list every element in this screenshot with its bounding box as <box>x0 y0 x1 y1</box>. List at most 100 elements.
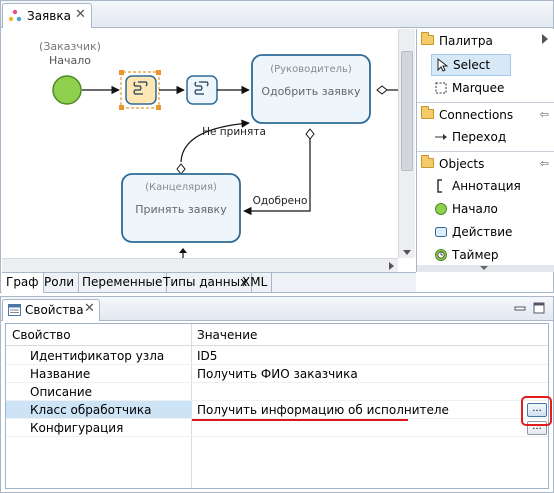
property-value[interactable]: Получить ФИО заказчика <box>197 367 358 381</box>
close-icon[interactable]: ✕ <box>84 301 95 316</box>
properties-view: Свойства ✕ Свойство Значение Идентификат… <box>0 296 554 493</box>
palette-tool-label: Marquee <box>452 81 505 95</box>
tab-graph[interactable]: Граф <box>2 273 44 293</box>
palette: Палитра Select Marquee Connections ⇦ Пер… <box>416 29 554 272</box>
palette-scroll-down[interactable] <box>417 265 554 272</box>
process-diagram: (Заказчик) Начало (Руководитель) Одобрит… <box>39 40 398 258</box>
selection-handle[interactable] <box>156 105 161 110</box>
arrow-head <box>179 248 187 253</box>
accept-label: Принять заявку <box>135 203 227 216</box>
accept-role-label: (Канцелярия) <box>145 182 217 193</box>
folder-icon <box>421 155 434 168</box>
column-header-property[interactable]: Свойство <box>12 328 71 342</box>
properties-icon <box>8 304 21 316</box>
action-icon <box>435 227 447 237</box>
palette-item-annotation[interactable]: Аннотация <box>431 176 546 198</box>
pin-icon[interactable]: ⇦ <box>540 157 549 170</box>
horizontal-scrollbar[interactable] <box>2 258 398 272</box>
highlight-box <box>521 396 552 426</box>
chevron-down-icon <box>480 266 488 270</box>
properties-table: Свойство Значение Идентификатор узла ID5… <box>5 323 552 489</box>
property-key: Название <box>30 367 91 381</box>
property-key: Класс обработчика <box>30 403 152 417</box>
tab-title: Заявка <box>27 9 71 23</box>
vertical-scrollbar[interactable] <box>398 29 415 258</box>
tab-roles[interactable]: Роли <box>40 273 80 293</box>
marquee-icon <box>435 82 447 94</box>
group-label: Objects <box>439 157 485 171</box>
property-key: Идентификатор узла <box>30 349 165 363</box>
table-row[interactable]: Конфигурация <box>6 419 548 437</box>
edge-approved-label: Одобрено <box>253 195 308 207</box>
palette-item-label: Переход <box>452 130 507 144</box>
table-row[interactable]: Название Получить ФИО заказчика <box>6 365 548 383</box>
palette-item-start[interactable]: Начало <box>431 199 546 221</box>
property-key: Описание <box>30 385 93 399</box>
maximize-icon[interactable] <box>532 301 546 315</box>
pin-icon[interactable]: ⇦ <box>540 108 549 121</box>
folder-icon <box>421 32 434 45</box>
scroll-thumb[interactable] <box>401 51 413 171</box>
selection-handle[interactable] <box>119 105 124 110</box>
tab-xml[interactable]: XML <box>238 273 273 293</box>
column-header-value[interactable]: Значение <box>197 328 257 342</box>
folder-icon <box>421 106 434 119</box>
table-row[interactable]: Идентификатор узла ID5 <box>6 347 548 365</box>
process-editor: Заявка ✕ (Заказчик) Начало (Руководитель… <box>0 0 554 293</box>
property-key: Конфигурация <box>30 421 124 435</box>
tab-properties[interactable]: Свойства ✕ <box>2 299 100 321</box>
property-value[interactable]: ID5 <box>197 349 217 363</box>
table-header: Свойство Значение <box>6 324 548 346</box>
palette-group-objects[interactable]: Objects ⇦ <box>417 153 554 175</box>
palette-header[interactable]: Палитра <box>417 30 554 52</box>
diagram-canvas[interactable]: (Заказчик) Начало (Руководитель) Одобрит… <box>2 29 398 258</box>
script-node[interactable] <box>186 75 218 105</box>
palette-group-connections[interactable]: Connections ⇦ <box>417 104 554 126</box>
start-label: Начало <box>49 54 91 67</box>
selection-handle[interactable] <box>119 70 124 75</box>
diamond-connector <box>376 85 388 95</box>
diamond-connector <box>305 128 315 140</box>
palette-item-transition[interactable]: Переход <box>431 127 541 149</box>
palette-collapse-icon[interactable] <box>542 34 548 44</box>
table-row[interactable]: Описание <box>6 383 548 401</box>
palette-item-label: Начало <box>452 202 498 216</box>
start-event-node[interactable] <box>52 75 82 105</box>
edge-rejected-label: Не принята <box>202 126 266 138</box>
palette-item-label: Аннотация <box>452 179 521 193</box>
tab-variables[interactable]: Переменные <box>78 273 168 293</box>
script-node-selected[interactable] <box>125 75 157 105</box>
start-role-label: (Заказчик) <box>39 40 101 53</box>
highlight-underline <box>192 419 408 421</box>
select-arrow-icon <box>437 58 449 72</box>
process-icon <box>8 9 22 22</box>
scroll-right-icon[interactable] <box>389 262 394 270</box>
approve-role-label: (Руководитель) <box>270 64 352 75</box>
palette-item-action[interactable]: Действие <box>431 222 546 244</box>
property-value-editor[interactable]: Получить информацию об исполнителе <box>197 403 449 417</box>
minimize-icon[interactable] <box>513 301 527 315</box>
editor-page-tabs: Граф Роли Переменные Типы данных XML <box>2 272 416 293</box>
annotation-icon <box>437 179 442 193</box>
tab-zayavka[interactable]: Заявка ✕ <box>2 3 92 28</box>
scroll-down-icon[interactable] <box>403 250 411 255</box>
tab-title: Свойства <box>25 303 84 317</box>
palette-item-timer[interactable]: Таймер <box>431 245 546 267</box>
approve-label: Одобрить заявку <box>261 85 361 98</box>
diamond-connector <box>176 163 186 175</box>
palette-tool-label: Select <box>453 58 491 72</box>
palette-item-label: Таймер <box>452 248 499 262</box>
table-row-selected[interactable]: Класс обработчика Получить информацию об… <box>6 401 548 419</box>
palette-tool-marquee[interactable]: Marquee <box>431 78 531 100</box>
editor-tab-bar: Заявка ✕ <box>1 1 553 28</box>
palette-tool-select[interactable]: Select <box>431 54 511 76</box>
close-icon[interactable]: ✕ <box>75 7 86 22</box>
properties-tab-bar: Свойства ✕ <box>1 297 553 321</box>
group-label: Connections <box>439 108 514 122</box>
timer-icon <box>435 249 447 261</box>
start-event-icon <box>435 203 447 215</box>
palette-item-label: Действие <box>452 225 513 239</box>
palette-title: Палитра <box>439 34 493 48</box>
selection-handle[interactable] <box>156 70 161 75</box>
transition-arrow-icon <box>435 134 447 140</box>
